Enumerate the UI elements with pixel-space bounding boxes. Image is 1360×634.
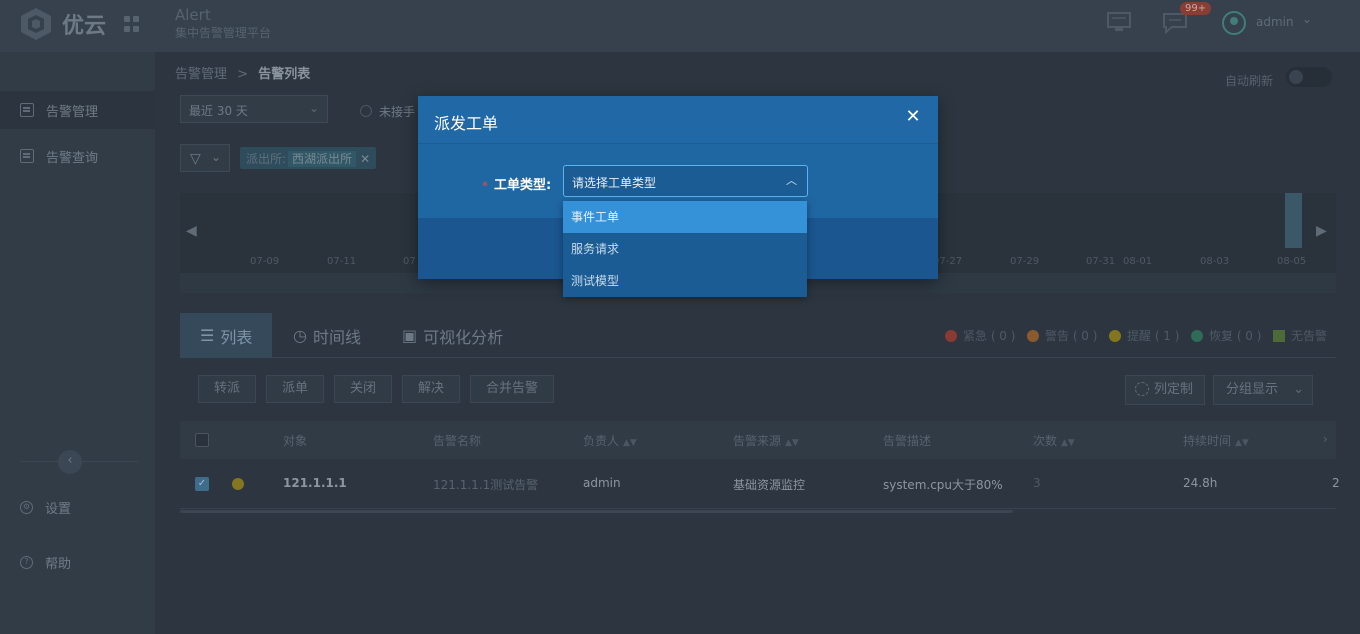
required-mark: * <box>482 179 488 193</box>
order-type-select[interactable]: 请选择工单类型 ︿ <box>563 165 808 197</box>
option-test-model[interactable]: 测试模型 <box>563 265 807 297</box>
option-service-request[interactable]: 服务请求 <box>563 233 807 265</box>
close-icon[interactable]: ✕ <box>905 108 921 126</box>
modal-title: 派发工单 <box>434 114 499 133</box>
chevron-up-icon: ︿ <box>786 174 797 187</box>
option-event-order[interactable]: 事件工单 <box>563 201 807 233</box>
modal-header: 派发工单 ✕ <box>418 96 938 144</box>
order-type-dropdown: 事件工单 服务请求 测试模型 <box>563 201 807 297</box>
order-type-placeholder: 请选择工单类型 <box>572 176 657 190</box>
order-type-label: 工单类型: <box>494 178 552 193</box>
